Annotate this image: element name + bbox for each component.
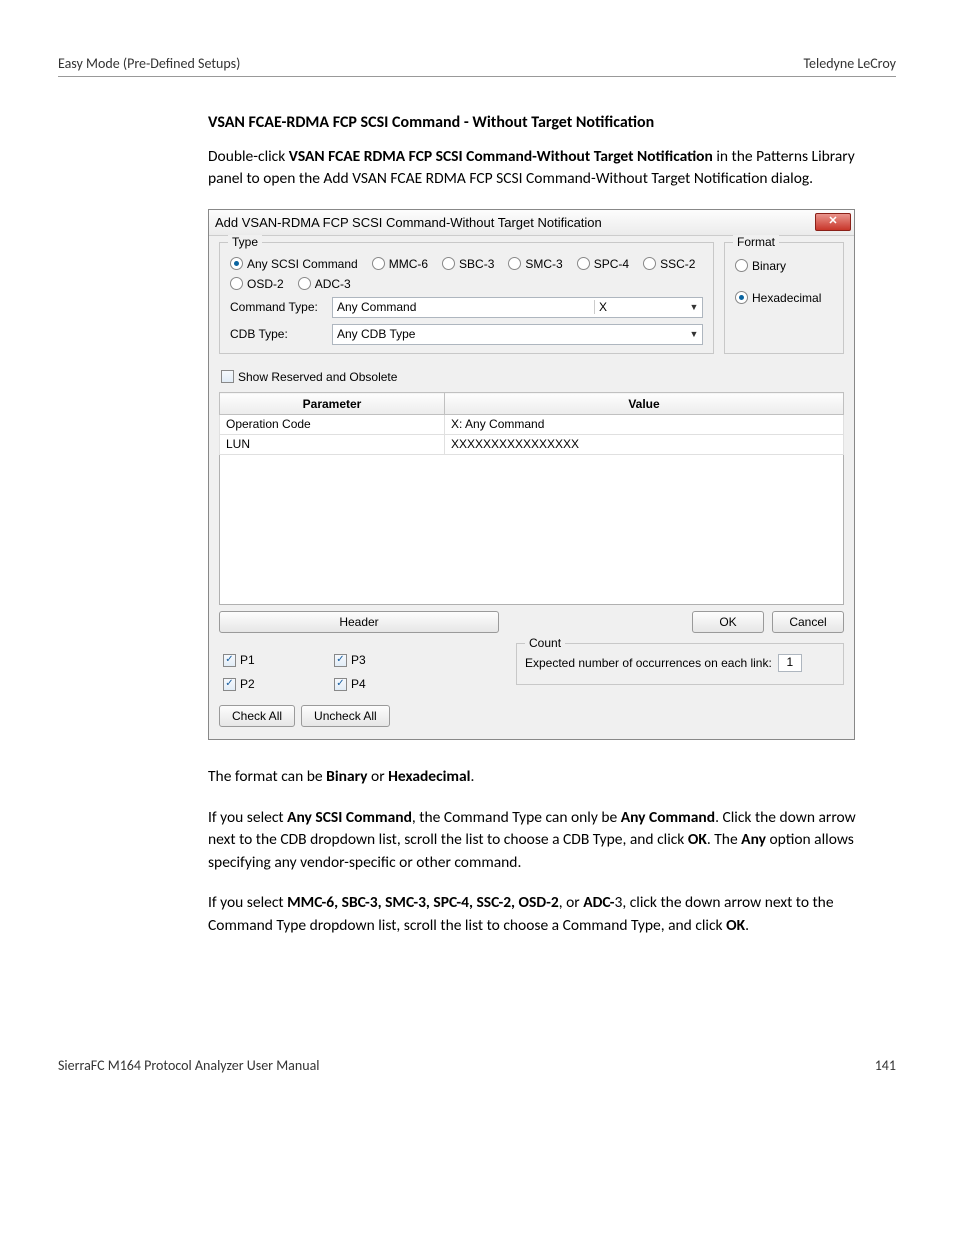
checkbox-icon xyxy=(223,654,236,667)
ports-area: P1 P3 P2 P4 xyxy=(219,643,502,691)
check-all-button[interactable]: Check All xyxy=(219,705,295,727)
header-button[interactable]: Header xyxy=(219,611,499,633)
port-p3[interactable]: P3 xyxy=(334,653,423,667)
port-p2[interactable]: P2 xyxy=(223,677,312,691)
radio-icon xyxy=(735,291,748,304)
radio-mmc6[interactable]: MMC-6 xyxy=(372,257,428,271)
command-type-label: Command Type: xyxy=(230,300,326,314)
command-type-combo[interactable]: Any Command X ▼ xyxy=(332,297,703,318)
radio-icon xyxy=(298,277,311,290)
radio-any-scsi[interactable]: Any SCSI Command xyxy=(230,257,358,271)
format-groupbox: Format Binary Hexadecimal xyxy=(724,242,844,354)
col-parameter: Parameter xyxy=(220,393,445,415)
checkbox-icon xyxy=(223,678,236,691)
table-row[interactable]: Operation Code X: Any Command xyxy=(220,415,844,435)
footer-right: 141 xyxy=(875,1057,896,1074)
count-groupbox: Count Expected number of occurrences on … xyxy=(516,643,844,685)
chevron-down-icon: ▼ xyxy=(686,302,702,312)
close-button[interactable]: ✕ xyxy=(815,213,851,231)
radio-sbc3[interactable]: SBC-3 xyxy=(442,257,494,271)
ok-button[interactable]: OK xyxy=(692,611,764,633)
radio-osd2[interactable]: OSD-2 xyxy=(230,277,284,291)
any-scsi-paragraph: If you select Any SCSI Command, the Comm… xyxy=(208,807,886,874)
intro-paragraph: Double-click VSAN FCAE RDMA FCP SCSI Com… xyxy=(208,146,886,191)
radio-spc4[interactable]: SPC-4 xyxy=(577,257,629,271)
footer-left: SierraFC M164 Protocol Analyzer User Man… xyxy=(58,1057,320,1074)
radio-adc3[interactable]: ADC-3 xyxy=(298,277,351,291)
radio-smc3[interactable]: SMC-3 xyxy=(508,257,562,271)
radio-icon xyxy=(643,257,656,270)
radio-icon xyxy=(372,257,385,270)
checkbox-icon xyxy=(334,678,347,691)
checkbox-icon xyxy=(334,654,347,667)
cdb-type-combo[interactable]: Any CDB Type ▼ xyxy=(332,324,703,345)
uncheck-all-button[interactable]: Uncheck All xyxy=(301,705,390,727)
section-heading: VSAN FCAE-RDMA FCP SCSI Command - Withou… xyxy=(208,113,886,132)
page-footer: SierraFC M164 Protocol Analyzer User Man… xyxy=(58,1057,896,1074)
type-radio-row: Any SCSI Command MMC-6 SBC-3 SMC-3 SPC-4… xyxy=(230,257,703,291)
radio-icon xyxy=(230,277,243,290)
col-value: Value xyxy=(445,393,844,415)
count-label: Expected number of occurrences on each l… xyxy=(525,656,772,670)
dialog-titlebar: Add VSAN-RDMA FCP SCSI Command-Without T… xyxy=(209,210,854,236)
count-input[interactable]: 1 xyxy=(778,654,802,672)
show-reserved-checkbox[interactable]: Show Reserved and Obsolete xyxy=(221,370,397,384)
add-vsan-dialog: Add VSAN-RDMA FCP SCSI Command-Without T… xyxy=(208,209,855,741)
radio-icon xyxy=(230,257,243,270)
parameter-table: Parameter Value Operation Code X: Any Co… xyxy=(219,392,844,605)
table-row[interactable]: LUN XXXXXXXXXXXXXXXX xyxy=(220,435,844,455)
radio-icon xyxy=(508,257,521,270)
dialog-title: Add VSAN-RDMA FCP SCSI Command-Without T… xyxy=(215,215,815,230)
radio-hexadecimal[interactable]: Hexadecimal xyxy=(735,291,833,305)
checkbox-icon xyxy=(221,370,234,383)
cancel-button[interactable]: Cancel xyxy=(772,611,844,633)
chevron-down-icon: ▼ xyxy=(686,329,702,339)
port-p1[interactable]: P1 xyxy=(223,653,312,667)
header-left: Easy Mode (Pre-Defined Setups) xyxy=(58,55,240,72)
radio-ssc2[interactable]: SSC-2 xyxy=(643,257,695,271)
radio-icon xyxy=(577,257,590,270)
radio-binary[interactable]: Binary xyxy=(735,259,833,273)
format-paragraph: The format can be Binary or Hexadecimal. xyxy=(208,766,886,788)
type-groupbox: Type Any SCSI Command MMC-6 SBC-3 SMC-3 … xyxy=(219,242,714,354)
header-right: Teledyne LeCroy xyxy=(803,55,896,72)
other-types-paragraph: If you select MMC-6, SBC-3, SMC-3, SPC-4… xyxy=(208,892,886,937)
page-header: Easy Mode (Pre-Defined Setups) Teledyne … xyxy=(58,55,896,77)
port-p4[interactable]: P4 xyxy=(334,677,423,691)
radio-icon xyxy=(442,257,455,270)
cdb-type-label: CDB Type: xyxy=(230,327,326,341)
radio-icon xyxy=(735,259,748,272)
